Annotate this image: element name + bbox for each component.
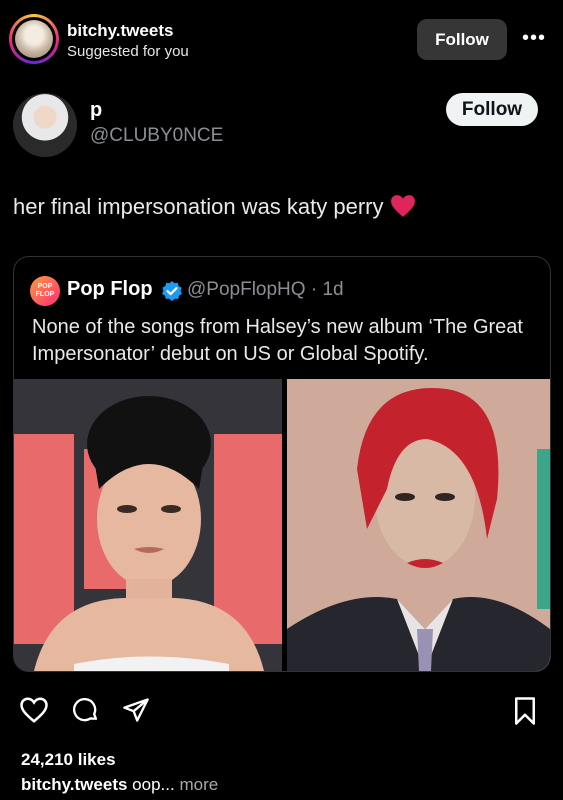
pop-flop-logo: POP FLOP [30,276,60,306]
post-caption: bitchy.tweets oop... more [21,775,218,795]
follow-button[interactable]: Follow [417,19,507,60]
tweet-author-name: p [90,99,103,121]
quoted-tweet-text: None of the songs from Halsey’s new albu… [32,316,523,365]
post-actions-bar [0,696,563,736]
halsey-photo-right [287,379,550,671]
halsey-photo-left [14,379,282,671]
quoted-author-name: Pop Flop [67,278,153,300]
tweet-follow-button: Follow [446,93,538,126]
share-icon[interactable] [121,696,151,729]
header-username[interactable]: bitchy.tweets [67,21,173,41]
red-heart-emoji-icon [390,194,416,224]
bookmark-icon[interactable] [512,696,538,731]
tweet-text: her final impersonation was katy perry [13,194,416,224]
heart-icon[interactable] [19,696,49,729]
verified-badge-icon [161,280,183,307]
more-options-icon[interactable]: ••• [522,28,546,48]
caption-text: oop... [132,775,175,794]
tweet-text-content: her final impersonation was katy perry [13,194,384,219]
tweet-author-handle: @CLUBY0NCE [90,125,224,146]
likes-count[interactable]: 24,210 likes [21,750,116,770]
quoted-tweet: POP FLOP Pop Flop @PopFlopHQ · 1d None o… [13,256,551,672]
caption-more-link[interactable]: more [179,775,218,794]
caption-username[interactable]: bitchy.tweets [21,775,127,794]
suggested-label: Suggested for you [67,43,189,60]
tweet-author-avatar [13,93,77,157]
comment-icon[interactable] [72,696,100,729]
post-image-tweet: p @CLUBY0NCE Follow her final impersonat… [0,76,563,672]
quoted-handle-time: @PopFlopHQ · 1d [187,279,344,300]
post-header: bitchy.tweets Suggested for you Follow •… [0,0,563,76]
profile-avatar[interactable] [9,14,59,64]
